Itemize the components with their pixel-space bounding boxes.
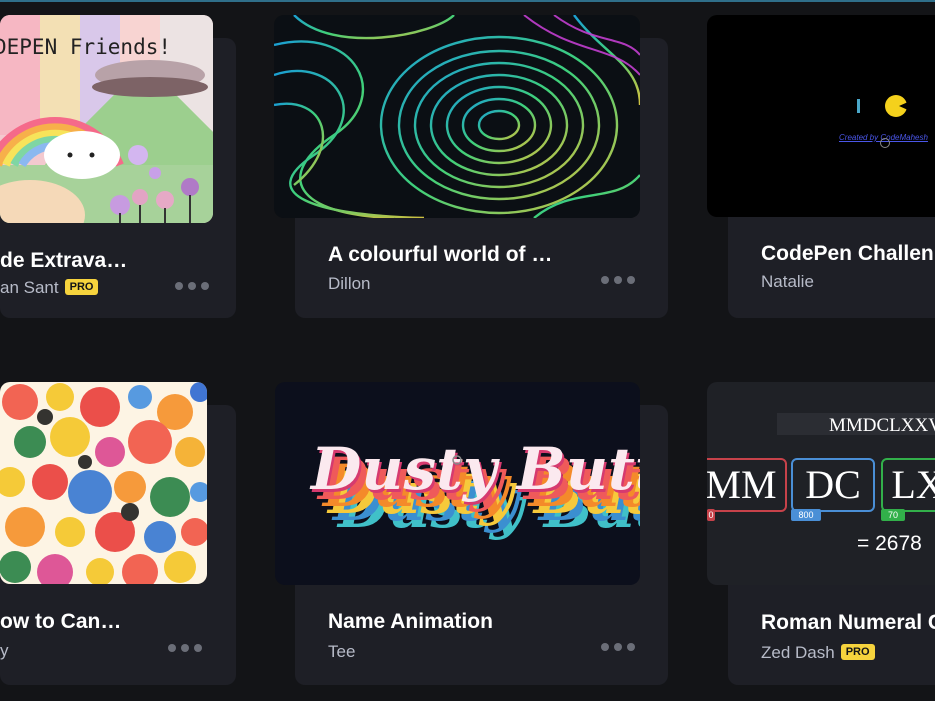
more-options-icon[interactable] [168,642,202,654]
pen-title[interactable]: Name Animation [328,610,568,634]
more-options-icon[interactable] [601,274,635,286]
pen-author[interactable]: y [0,641,9,661]
top-border [0,0,935,2]
author-name[interactable]: Zed Dash [761,643,835,662]
pen-thumbnail-6[interactable]: MMDCLXXV MM 0 DC 800 LX 70 = 2678 [707,382,935,585]
swirl-artwork [274,15,640,218]
pen-thumbnail-1[interactable]: DEPEN Friends! [0,15,213,223]
author-name[interactable]: an Sant [0,278,59,297]
numeral-value-mm: 0 [707,509,715,521]
pen-author[interactable]: an Sant PRO [0,278,99,298]
pen-title[interactable]: A colourful world of … [328,243,568,267]
pen-thumbnail-4[interactable] [0,382,207,584]
pro-badge: PRO [840,643,875,660]
pen-title[interactable]: de Extrava… [0,249,170,273]
roman-result: = 2678 [857,532,922,555]
bokeh-circles-artwork [0,382,207,584]
dusty-button-text: Dusty Button [309,435,640,503]
pen-title[interactable]: Roman Numeral C [761,611,935,635]
cursor-icon [880,138,890,148]
pen-author[interactable]: Zed Dash PRO [761,643,875,663]
pen-author[interactable]: Natalie [761,272,814,292]
pen-author[interactable]: Tee [328,642,355,662]
pen-thumbnail-2[interactable] [274,15,640,218]
pen-thumbnail-3[interactable]: Created by CodeMahesh [707,15,935,217]
numeral-group-lx: LX [881,458,935,512]
roman-input-display: MMDCLXXV [829,415,935,436]
more-options-icon[interactable] [175,280,209,292]
pen-author[interactable]: Dillon [328,274,371,294]
numeral-group-mm: MM [707,458,787,512]
numeral-value-dc: 800 [791,509,821,521]
numeral-value-lx: 70 [881,509,905,521]
pro-badge: PRO [64,278,99,295]
pen-thumbnail-5[interactable]: Dusty Button Dusty Button Dusty Button D… [275,382,640,585]
dusty-button-artwork: Dusty Button Dusty Button Dusty Button D… [309,435,640,541]
pacman-icon [885,95,907,117]
pen-title[interactable]: ow to Can… [0,610,150,634]
numeral-group-dc: DC [791,458,875,512]
thumb-text: DEPEN Friends! [0,35,172,59]
more-options-icon[interactable] [601,641,635,653]
pen-title[interactable]: CodePen Challen [761,242,935,266]
